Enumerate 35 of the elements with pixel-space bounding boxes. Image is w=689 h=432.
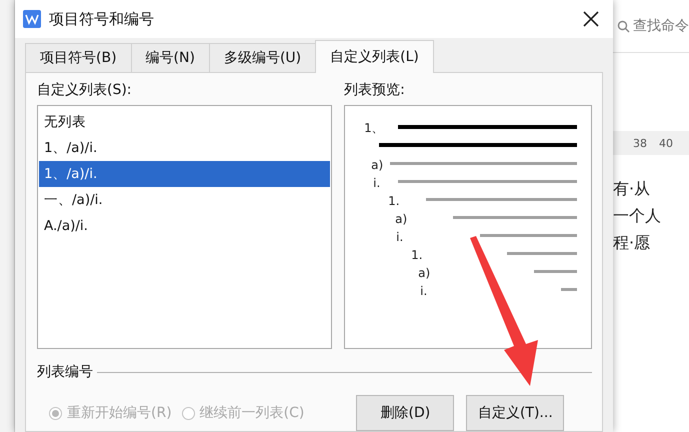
preview-line xyxy=(534,270,577,272)
tab[interactable]: 编号(N) xyxy=(130,43,210,72)
document-text: 有·从 xyxy=(613,179,652,200)
list-item[interactable]: 1、/a)/i. xyxy=(39,135,330,161)
preview-label: 列表预览: xyxy=(344,81,406,99)
preview-number: i. xyxy=(373,176,380,190)
preview-number: a) xyxy=(371,158,384,172)
list-item[interactable]: 一、/a)/i. xyxy=(39,187,330,213)
document-text: 一个人 xyxy=(613,206,662,227)
tab[interactable]: 项目符号(B) xyxy=(25,43,132,72)
list-label: 自定义列表(S): xyxy=(37,81,133,99)
search-icon xyxy=(617,20,630,32)
close-icon xyxy=(582,10,600,28)
ruler-number: 38 xyxy=(633,136,647,150)
list-item[interactable]: 无列表 xyxy=(39,109,330,135)
preview-number: a) xyxy=(418,266,430,280)
tab[interactable]: 多级编号(U) xyxy=(208,43,316,72)
preview-number: a) xyxy=(395,212,408,226)
group-label: 列表编号 xyxy=(37,363,93,381)
preview-number: i. xyxy=(420,284,428,298)
tab[interactable]: 自定义列表(L) xyxy=(315,40,434,73)
preview-number: 1、 xyxy=(364,121,384,135)
search-field[interactable]: 查找命令 xyxy=(633,17,689,35)
preview-number: 1. xyxy=(388,194,400,208)
app-logo-icon xyxy=(23,10,41,28)
list-item[interactable]: A./a)/i. xyxy=(39,213,330,239)
document-text: 程·愿 xyxy=(613,233,652,254)
preview-number: 1. xyxy=(411,248,423,262)
delete-button[interactable]: 删除(D) xyxy=(356,395,454,431)
preview-line xyxy=(507,252,577,254)
preview-number: i. xyxy=(396,230,404,244)
ruler-number: 40 xyxy=(659,136,673,150)
window-title: 项目符号和编号 xyxy=(49,10,155,28)
list-item[interactable]: 1、/a)/i. xyxy=(39,161,330,187)
customize-button[interactable]: 自定义(T)... xyxy=(466,395,564,431)
